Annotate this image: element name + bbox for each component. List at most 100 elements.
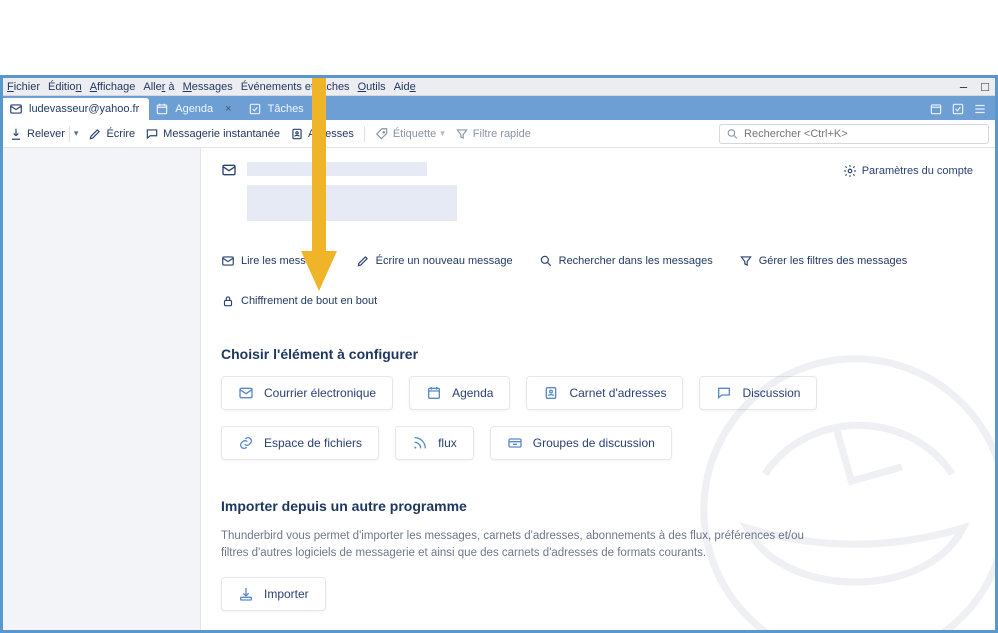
read-messages-link[interactable]: Lire les messages [221, 254, 330, 268]
window-maximize-button[interactable]: □ [981, 79, 989, 94]
menu-affichage[interactable]: Affichage [90, 81, 136, 93]
envelope-icon [221, 162, 237, 178]
chat-button[interactable]: Messagerie instantanée [145, 127, 280, 141]
tabstrip: ludevasseur@yahoo.fr Agenda × Tâches × [3, 96, 995, 120]
tile-label: Groupes de discussion [533, 436, 655, 450]
quick-actions: Lire les messages Écrire un nouveau mess… [221, 254, 975, 308]
envelope-icon [9, 102, 23, 116]
gear-icon [843, 164, 857, 178]
menu-messages[interactable]: Messages [183, 81, 233, 93]
search-icon [539, 254, 553, 268]
tab-tasks[interactable]: Tâches × [242, 98, 333, 120]
btn-label: Relever [27, 128, 65, 140]
tab-label: ludevasseur@yahoo.fr [29, 103, 139, 115]
link-label: Écrire un nouveau message [376, 255, 513, 267]
download-icon [9, 127, 23, 141]
tile-email[interactable]: Courrier électronique [221, 376, 393, 410]
import-icon [238, 586, 254, 602]
tile-filelink[interactable]: Espace de fichiers [221, 426, 379, 460]
tile-addressbook[interactable]: Carnet d'adresses [526, 376, 683, 410]
tile-feeds[interactable]: flux [395, 426, 474, 460]
menu-fichier[interactable]: Fichier [7, 81, 40, 93]
search-input[interactable] [744, 128, 982, 140]
menu-outils[interactable]: Outils [358, 81, 386, 93]
calendar-icon [155, 102, 169, 116]
menu-edition[interactable]: Édition [48, 81, 82, 93]
btn-label: Filtre rapide [473, 128, 531, 140]
close-icon[interactable]: × [225, 103, 231, 115]
tab-label: Agenda [175, 103, 213, 115]
pencil-icon [356, 254, 370, 268]
link-label: Lire les messages [241, 255, 330, 267]
tile-chat[interactable]: Discussion [699, 376, 817, 410]
write-button[interactable]: Écrire [88, 127, 135, 141]
compose-link[interactable]: Écrire un nouveau message [356, 254, 513, 268]
addressbook-icon [290, 127, 304, 141]
tile-label: Importer [264, 587, 309, 601]
separator [69, 126, 70, 142]
envelope-icon [238, 385, 254, 401]
tile-label: Espace de fichiers [264, 436, 362, 450]
tab-account[interactable]: ludevasseur@yahoo.fr [3, 98, 149, 120]
btn-label: Adresses [308, 128, 354, 140]
import-button[interactable]: Importer [221, 577, 326, 611]
window-minimize-button[interactable]: – [960, 79, 967, 94]
quickfilter-button[interactable]: Filtre rapide [455, 127, 531, 141]
menu-aller-a[interactable]: Aller à [143, 81, 174, 93]
tag-icon [375, 127, 389, 141]
tile-label: Discussion [742, 386, 800, 400]
menu-aide[interactable]: Aide [394, 81, 416, 93]
tabbar-right-icons [921, 98, 995, 120]
appmenu-icon[interactable] [973, 102, 987, 116]
app-window: Fichier Édition Affichage Aller à Messag… [0, 75, 998, 633]
tab-agenda[interactable]: Agenda × [149, 98, 241, 120]
btn-label: Écrire [106, 128, 135, 140]
tile-label: Carnet d'adresses [569, 386, 666, 400]
import-description: Thunderbird vous permet d'importer les m… [221, 528, 821, 563]
tab-label: Tâches [268, 103, 304, 115]
close-icon[interactable]: × [316, 103, 322, 115]
section-heading-configure: Choisir l'élément à configurer [221, 346, 975, 362]
search-icon [726, 127, 739, 141]
setup-tiles: Courrier électronique Agenda Carnet d'ad… [221, 376, 975, 460]
addressbook-icon [543, 385, 559, 401]
tile-label: Courrier électronique [264, 386, 376, 400]
global-search[interactable] [719, 124, 989, 144]
btn-label: Étiquette [393, 128, 436, 140]
manage-filters-link[interactable]: Gérer les filtres des messages [739, 254, 908, 268]
tile-newsgroups[interactable]: Groupes de discussion [490, 426, 672, 460]
chevron-down-icon[interactable]: ▾ [74, 128, 79, 139]
calendar-toggle-icon[interactable] [929, 102, 943, 116]
menu-evenements[interactable]: Événements et tâches [241, 81, 350, 93]
btn-label: Messagerie instantanée [163, 128, 280, 140]
calendar-icon [426, 385, 442, 401]
tile-label: flux [438, 436, 457, 450]
funnel-icon [739, 254, 753, 268]
tag-button[interactable]: Étiquette ▾ [375, 127, 445, 141]
tasks-icon [248, 102, 262, 116]
section-heading-import: Importer depuis un autre programme [221, 498, 975, 514]
link-label: Gérer les filtres des messages [759, 255, 908, 267]
rss-icon [412, 435, 428, 451]
tile-calendar[interactable]: Agenda [409, 376, 510, 410]
chat-icon [145, 127, 159, 141]
chat-icon [716, 385, 732, 401]
funnel-icon [455, 127, 469, 141]
pencil-icon [88, 127, 102, 141]
e2e-link[interactable]: Chiffrement de bout en bout [221, 294, 377, 308]
envelope-icon [221, 254, 235, 268]
account-settings-button[interactable]: Paramètres du compte [843, 164, 973, 178]
toolbar: Relever ▾ Écrire Messagerie instantanée … [3, 120, 995, 148]
link-icon [238, 435, 254, 451]
getmail-button[interactable]: Relever ▾ [9, 126, 78, 142]
search-messages-link[interactable]: Rechercher dans les messages [539, 254, 713, 268]
menubar: Fichier Édition Affichage Aller à Messag… [3, 78, 995, 96]
btn-label: Paramètres du compte [862, 165, 973, 177]
tasks-toggle-icon[interactable] [951, 102, 965, 116]
addressbook-button[interactable]: Adresses [290, 127, 354, 141]
link-label: Rechercher dans les messages [559, 255, 713, 267]
link-label: Chiffrement de bout en bout [241, 295, 377, 307]
separator [364, 126, 365, 142]
chevron-down-icon[interactable]: ▾ [440, 128, 445, 139]
tile-label: Agenda [452, 386, 493, 400]
